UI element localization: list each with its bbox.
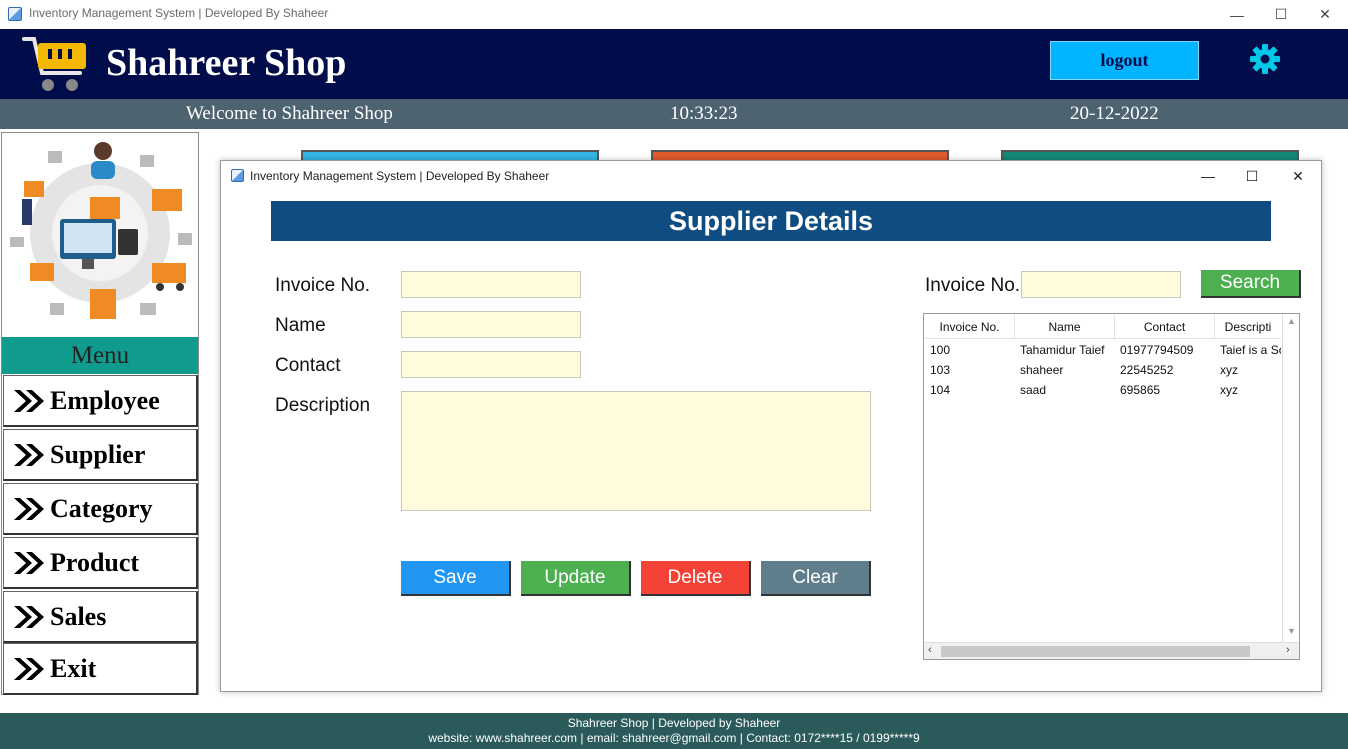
table-cell: Tahamidur Taief — [1020, 343, 1105, 357]
scroll-right-icon[interactable]: › — [1286, 644, 1290, 656]
table-row[interactable]: 100 Tahamidur Taief 01977794509 Taief is… — [925, 340, 1281, 360]
name-input[interactable] — [401, 311, 581, 338]
table-row[interactable]: 103 shaheer 22545252 xyz — [925, 360, 1281, 380]
table-cell: 104 — [930, 383, 951, 397]
update-button[interactable]: Update — [521, 561, 631, 596]
sidebar: Menu Employee Supplier Category Product … — [1, 132, 199, 695]
sidebar-item-label: Supplier — [50, 439, 146, 469]
table-cell: shaheer — [1020, 363, 1064, 377]
table-cell: 100 — [930, 343, 951, 357]
main-titlebar: Inventory Management System | Developed … — [0, 0, 1348, 29]
table-cell: xyz — [1220, 383, 1238, 397]
table-cell: xyz — [1220, 363, 1238, 377]
logout-button[interactable]: logout — [1050, 41, 1199, 80]
footer-line-2: website: www.shahreer.com | email: shahr… — [428, 731, 920, 745]
page-title: Supplier Details — [271, 201, 1271, 241]
status-bar: Welcome to Shahreer Shop 10:33:23 20-12-… — [0, 99, 1348, 129]
table-cell: 01977794509 — [1120, 343, 1194, 357]
double-chevron-icon — [14, 605, 44, 628]
app-icon — [8, 7, 22, 21]
clear-button[interactable]: Clear — [761, 561, 871, 596]
scroll-down-icon[interactable]: ▼ — [1287, 626, 1296, 636]
double-chevron-icon — [14, 443, 44, 466]
sidebar-item-category[interactable]: Category — [3, 483, 198, 535]
table-cell: 695865 — [1120, 383, 1161, 397]
sidebar-item-label: Exit — [50, 653, 97, 683]
maximize-button[interactable]: ☐ — [1258, 0, 1304, 29]
window-title: Inventory Management System | Developed … — [29, 6, 329, 20]
invoice-label: Invoice No. — [275, 275, 371, 296]
double-chevron-icon — [14, 497, 44, 520]
table-cell: saad — [1020, 383, 1047, 397]
shopping-cart-icon — [22, 37, 86, 91]
supplier-dialog: Inventory Management System | Developed … — [220, 160, 1322, 692]
sidebar-item-label: Sales — [50, 601, 107, 631]
table-row[interactable]: 104 saad 695865 xyz — [925, 380, 1281, 400]
column-header[interactable]: Contact — [1115, 315, 1215, 338]
sidebar-item-label: Employee — [50, 385, 160, 415]
column-header[interactable]: Invoice No. — [925, 315, 1015, 338]
contact-label: Contact — [275, 355, 341, 376]
minimize-button[interactable]: — — [1214, 0, 1260, 29]
description-textarea[interactable] — [401, 391, 871, 511]
dialog-maximize-button[interactable]: ☐ — [1229, 161, 1275, 191]
gear-icon[interactable] — [1249, 43, 1281, 75]
double-chevron-icon — [14, 389, 44, 412]
column-header[interactable]: Name — [1015, 315, 1115, 338]
welcome-text: Welcome to Shahreer Shop — [186, 103, 393, 124]
clock-time: 10:33:23 — [670, 103, 738, 124]
invoice-input[interactable] — [401, 271, 581, 298]
vertical-scrollbar[interactable]: ▲ ▼ — [1282, 314, 1299, 642]
sidebar-item-supplier[interactable]: Supplier — [3, 429, 198, 481]
table-cell: 22545252 — [1120, 363, 1174, 377]
search-input[interactable] — [1021, 271, 1181, 298]
current-date: 20-12-2022 — [1070, 103, 1159, 124]
inventory-illustration — [10, 142, 192, 319]
sidebar-item-product[interactable]: Product — [3, 537, 198, 589]
double-chevron-icon — [14, 551, 44, 574]
table-cell: 103 — [930, 363, 951, 377]
sidebar-item-sales[interactable]: Sales — [3, 591, 198, 643]
sidebar-item-exit[interactable]: Exit — [3, 643, 198, 695]
app-header: Shahreer Shop logout — [0, 29, 1348, 99]
app-icon — [231, 169, 244, 182]
table-body: 100 Tahamidur Taief 01977794509 Taief is… — [925, 340, 1281, 400]
table-header: Invoice No. Name Contact Descripti — [925, 315, 1281, 339]
column-header[interactable]: Descripti — [1215, 315, 1281, 338]
scrollbar-thumb[interactable] — [941, 646, 1250, 657]
sidebar-item-label: Category — [50, 493, 153, 523]
search-invoice-label: Invoice No. — [925, 275, 1021, 296]
dialog-minimize-button[interactable]: — — [1185, 161, 1231, 191]
double-chevron-icon — [14, 657, 44, 680]
supplier-table[interactable]: Invoice No. Name Contact Descripti 100 T… — [923, 313, 1300, 660]
shop-title: Shahreer Shop — [106, 42, 347, 84]
contact-input[interactable] — [401, 351, 581, 378]
scroll-left-icon[interactable]: ‹ — [928, 644, 932, 656]
search-button[interactable]: Search — [1201, 270, 1301, 298]
close-button[interactable]: ✕ — [1302, 0, 1348, 29]
save-button[interactable]: Save — [401, 561, 511, 596]
menu-title: Menu — [2, 337, 198, 374]
dialog-close-button[interactable]: ✕ — [1275, 161, 1321, 191]
dialog-titlebar: Inventory Management System | Developed … — [221, 161, 1321, 191]
footer: Shahreer Shop | Developed by Shaheer web… — [0, 713, 1348, 749]
delete-button[interactable]: Delete — [641, 561, 751, 596]
sidebar-item-label: Product — [50, 547, 140, 577]
footer-line-1: Shahreer Shop | Developed by Shaheer — [567, 716, 781, 730]
description-label: Description — [275, 395, 371, 416]
sidebar-item-employee[interactable]: Employee — [3, 375, 198, 427]
dialog-title: Inventory Management System | Developed … — [250, 169, 550, 183]
horizontal-scrollbar[interactable]: ‹ › — [924, 642, 1299, 659]
scroll-up-icon[interactable]: ▲ — [1287, 316, 1296, 326]
name-label: Name — [275, 315, 326, 336]
table-cell: Taief is a So — [1220, 343, 1281, 357]
